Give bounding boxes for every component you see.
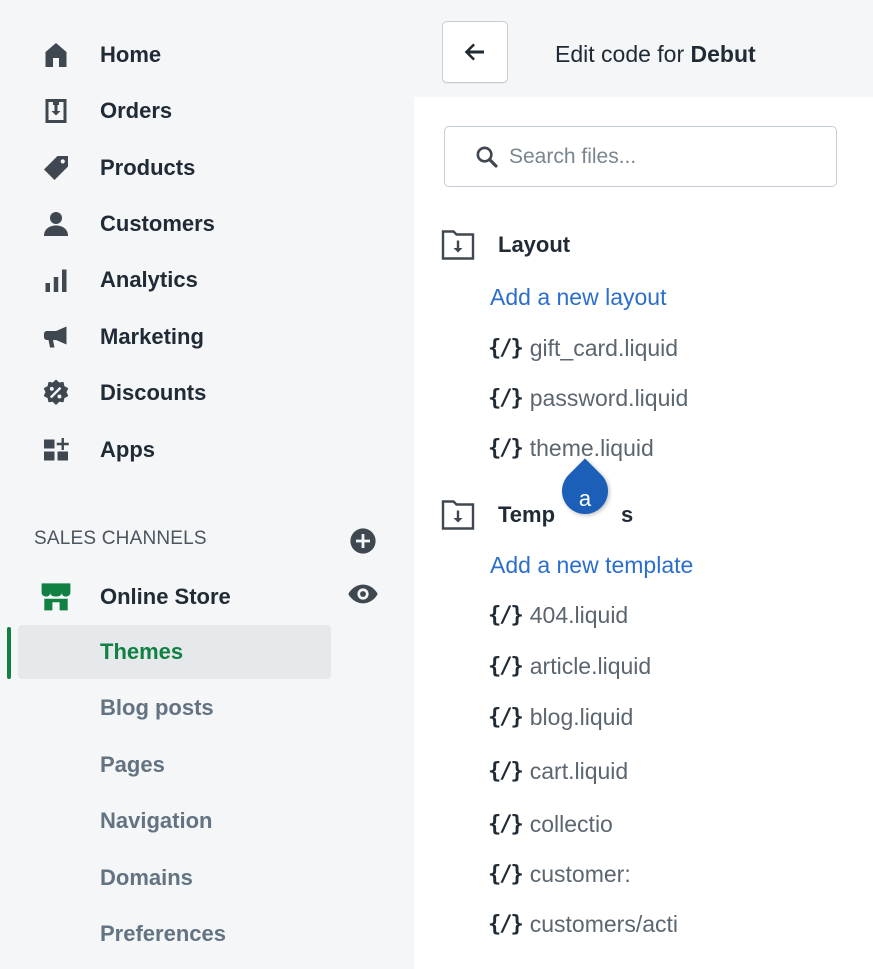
sidebar-subitem-label: Themes <box>100 639 184 664</box>
sidebar-subitem-label: Pages <box>100 752 165 777</box>
person-icon <box>38 206 74 242</box>
code-icon: {/} <box>488 335 524 361</box>
apps-grid-icon <box>38 432 74 468</box>
bar-chart-icon <box>38 262 74 298</box>
sidebar-subitem-preferences[interactable]: Preferences <box>18 907 331 961</box>
sidebar-subitem-themes[interactable]: Themes <box>18 625 331 679</box>
sidebar-subitem-navigation[interactable]: Navigation <box>18 794 331 848</box>
file-item[interactable]: {/} customer: <box>488 857 631 891</box>
file-item[interactable]: {/} customers/acti <box>488 907 678 941</box>
file-item[interactable]: {/} theme.liquid <box>488 431 654 465</box>
folder-layout[interactable]: Layout <box>440 230 570 260</box>
file-name: blog.liquid <box>529 703 634 730</box>
file-name: customers/acti <box>529 910 679 937</box>
sales-channels-heading: SALES CHANNELS <box>34 528 207 549</box>
file-name: collectio <box>529 810 613 837</box>
add-new-layout-link[interactable]: Add a new layout <box>490 284 666 311</box>
file-item[interactable]: {/} password.liquid <box>488 381 688 415</box>
folder-templates[interactable]: Temp s <box>440 500 633 530</box>
add-new-template-link[interactable]: Add a new template <box>490 552 693 579</box>
file-name: password.liquid <box>529 384 689 411</box>
arrow-left-icon <box>464 43 484 61</box>
sidebar-item-label: Online Store <box>100 584 231 609</box>
search-files-field[interactable] <box>444 126 837 187</box>
file-name: customer: <box>529 860 631 887</box>
folder-download-icon <box>441 500 475 530</box>
page-title: Edit code for Debut <box>555 41 756 68</box>
sidebar-item-label: Home <box>100 42 162 67</box>
code-icon: {/} <box>488 911 524 937</box>
folder-label-start: Temp <box>498 502 556 527</box>
sidebar-item-label: Apps <box>100 437 155 462</box>
active-indicator <box>7 627 11 679</box>
sidebar-item-label: Orders <box>100 98 173 123</box>
sidebar-item-orders[interactable]: Orders <box>0 91 414 131</box>
sidebar-subitem-label: Preferences <box>100 921 226 946</box>
sidebar-subitem-blog-posts[interactable]: Blog posts <box>18 681 331 735</box>
sidebar-item-apps[interactable]: Apps <box>0 430 414 470</box>
tag-icon <box>38 150 74 186</box>
view-online-store-button[interactable] <box>347 582 379 608</box>
sidebar-item-discounts[interactable]: Discounts <box>0 373 414 413</box>
theme-name: Debut <box>690 41 756 67</box>
sidebar-subitem-domains[interactable]: Domains <box>18 851 331 905</box>
search-input[interactable] <box>509 139 819 175</box>
sidebar-item-analytics[interactable]: Analytics <box>0 260 414 300</box>
store-icon <box>38 578 74 614</box>
folder-label-end: s <box>621 502 634 527</box>
home-icon <box>38 37 74 73</box>
code-icon: {/} <box>488 435 524 461</box>
file-name: theme.liquid <box>529 434 654 461</box>
file-name: gift_card.liquid <box>529 334 679 361</box>
code-icon: {/} <box>488 758 524 784</box>
sidebar-item-label: Analytics <box>100 267 198 292</box>
discount-badge-icon <box>38 375 74 411</box>
code-editor-panel: Edit code for Debut Layout Add a new lay… <box>414 0 873 969</box>
folder-label: Layout <box>498 232 571 257</box>
file-name: article.liquid <box>529 652 652 679</box>
sidebar-item-marketing[interactable]: Marketing <box>0 317 414 357</box>
file-item[interactable]: {/} gift_card.liquid <box>488 331 678 365</box>
file-item[interactable]: {/} cart.liquid <box>488 754 628 788</box>
megaphone-icon <box>38 319 74 355</box>
add-sales-channel-button[interactable] <box>349 527 377 555</box>
sidebar-item-label: Discounts <box>100 380 207 405</box>
editor-topbar: Edit code for Debut <box>414 0 873 97</box>
code-icon: {/} <box>488 653 524 679</box>
search-icon <box>476 146 498 168</box>
eye-icon <box>348 584 378 604</box>
file-name: cart.liquid <box>529 757 629 784</box>
sidebar-subitem-label: Domains <box>100 865 193 890</box>
sidebar-item-label: Products <box>100 155 196 180</box>
title-prefix: Edit code for <box>555 41 685 67</box>
sidebar-subitem-pages[interactable]: Pages <box>18 738 331 792</box>
code-icon: {/} <box>488 861 524 887</box>
code-icon: {/} <box>488 811 524 837</box>
file-name: 404.liquid <box>529 601 629 628</box>
file-item[interactable]: {/} blog.liquid <box>488 700 633 734</box>
file-item[interactable]: {/} collectio <box>488 807 613 841</box>
sidebar-item-label: Marketing <box>100 324 204 349</box>
sidebar-item-products[interactable]: Products <box>0 148 414 188</box>
folder-download-icon <box>441 230 475 260</box>
code-icon: {/} <box>488 385 524 411</box>
plus-circle-icon <box>350 528 376 554</box>
file-item[interactable]: {/} 404.liquid <box>488 598 628 632</box>
back-button[interactable] <box>442 21 508 83</box>
sidebar-item-customers[interactable]: Customers <box>0 204 414 244</box>
code-icon: {/} <box>488 704 524 730</box>
file-item[interactable]: {/} article.liquid <box>488 649 651 683</box>
sidebar-item-label: Customers <box>100 211 215 236</box>
orders-icon <box>38 93 74 129</box>
sidebar: Home Orders Products Customers Analytics… <box>0 0 414 969</box>
sidebar-subitem-label: Blog posts <box>100 695 214 720</box>
sidebar-item-home[interactable]: Home <box>0 35 414 75</box>
annotation-marker-label: a <box>578 486 592 511</box>
sidebar-subitem-label: Navigation <box>100 808 213 833</box>
code-icon: {/} <box>488 602 524 628</box>
